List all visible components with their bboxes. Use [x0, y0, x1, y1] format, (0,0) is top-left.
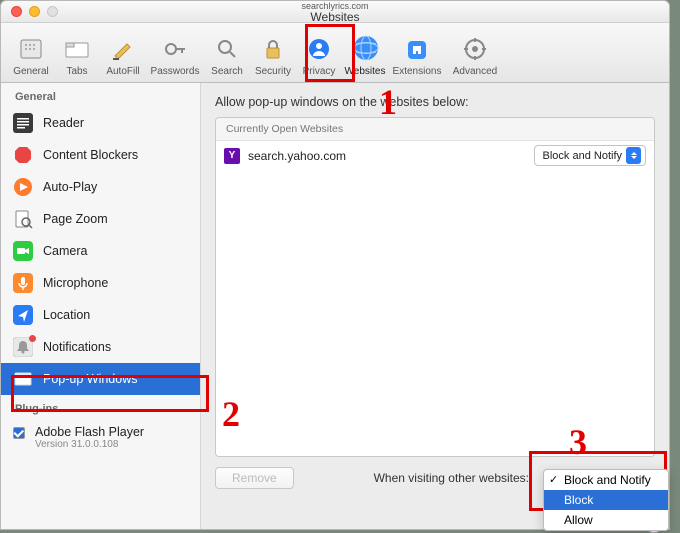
sidebar-item-label: Pop-up Windows	[43, 372, 138, 386]
dropdown-item-allow[interactable]: Allow	[544, 510, 668, 530]
tab-search[interactable]: Search	[205, 27, 249, 79]
sidebar-item-page-zoom[interactable]: Page Zoom	[1, 203, 200, 235]
passwords-icon	[161, 35, 189, 63]
sidebar-item-microphone[interactable]: Microphone	[1, 267, 200, 299]
sidebar-item-label: Reader	[43, 116, 84, 130]
location-icon	[13, 305, 33, 325]
security-icon	[259, 35, 287, 63]
search-icon	[213, 35, 241, 63]
content-blockers-icon	[13, 145, 33, 165]
annotation-num-3: 3	[569, 421, 587, 463]
privacy-icon	[305, 35, 333, 63]
sidebar-item-label: Auto-Play	[43, 180, 97, 194]
titlebar: searchlyrics.com Websites	[1, 1, 669, 23]
sidebar-item-label: Content Blockers	[43, 148, 138, 162]
preferences-window: searchlyrics.com Websites General Tabs A…	[0, 0, 670, 530]
autofill-icon	[109, 35, 137, 63]
policy-select[interactable]: Block and Notify	[534, 145, 646, 166]
sidebar-item-label: Location	[43, 308, 90, 322]
tabs-icon	[63, 35, 91, 63]
chevron-updown-icon	[626, 147, 641, 164]
sidebar-item-content-blockers[interactable]: Content Blockers	[1, 139, 200, 171]
websites-listbox: Currently Open Websites Y search.yahoo.c…	[215, 117, 655, 457]
title-window: Websites	[1, 11, 669, 23]
plugin-checkbox[interactable]	[13, 427, 25, 439]
sidebar-item-reader[interactable]: Reader	[1, 107, 200, 139]
sidebar-item-location[interactable]: Location	[1, 299, 200, 331]
dropdown-item-block[interactable]: Block	[544, 490, 668, 510]
sidebar-item-label: Notifications	[43, 340, 111, 354]
annotation-num-1: 1	[379, 81, 397, 123]
main-panel: Allow pop-up windows on the websites bel…	[201, 83, 669, 529]
sidebar-item-flash[interactable]: Adobe Flash Player Version 31.0.0.108	[1, 419, 200, 459]
other-websites-dropdown[interactable]: Block and Notify Block Allow	[543, 469, 669, 531]
annotation-num-2: 2	[222, 393, 240, 435]
sidebar-item-label: Page Zoom	[43, 212, 108, 226]
toolbar: General Tabs AutoFill Passwords Search S…	[1, 23, 669, 83]
remove-button[interactable]: Remove	[215, 467, 294, 489]
reader-icon	[13, 113, 33, 133]
sidebar-item-notifications[interactable]: Notifications	[1, 331, 200, 363]
general-icon	[17, 35, 45, 63]
dropdown-item-block-notify[interactable]: Block and Notify	[544, 470, 668, 490]
policy-value: Block and Notify	[543, 150, 622, 162]
main-heading: Allow pop-up windows on the websites bel…	[215, 95, 655, 109]
footer-label: When visiting other websites:	[374, 471, 529, 485]
plugin-version: Version 31.0.0.108	[35, 439, 144, 450]
website-url: search.yahoo.com	[248, 149, 346, 163]
sidebar-item-auto-play[interactable]: Auto-Play	[1, 171, 200, 203]
sidebar: General Reader Content Blockers Auto-Pla…	[1, 83, 201, 529]
tab-advanced[interactable]: Advanced	[447, 27, 503, 79]
camera-icon	[13, 241, 33, 261]
sidebar-head-plugins: Plug-ins	[1, 395, 200, 419]
sidebar-item-popup-windows[interactable]: Pop-up Windows	[1, 363, 200, 395]
advanced-icon	[461, 35, 489, 63]
tab-autofill[interactable]: AutoFill	[101, 27, 145, 79]
websites-icon	[351, 35, 379, 63]
popup-windows-icon	[13, 369, 33, 389]
tab-general[interactable]: General	[9, 27, 53, 79]
sidebar-item-camera[interactable]: Camera	[1, 235, 200, 267]
extensions-icon	[403, 35, 431, 63]
plugin-label: Adobe Flash Player	[35, 425, 144, 439]
tab-extensions[interactable]: Extensions	[389, 27, 445, 79]
microphone-icon	[13, 273, 33, 293]
auto-play-icon	[13, 177, 33, 197]
tab-tabs[interactable]: Tabs	[55, 27, 99, 79]
page-zoom-icon	[13, 209, 33, 229]
sidebar-item-label: Camera	[43, 244, 87, 258]
notification-badge-icon	[29, 335, 36, 342]
tab-passwords[interactable]: Passwords	[147, 27, 203, 79]
tab-privacy[interactable]: Privacy	[297, 27, 341, 79]
sidebar-item-label: Microphone	[43, 276, 108, 290]
tab-security[interactable]: Security	[251, 27, 295, 79]
favicon-icon: Y	[224, 148, 240, 164]
window-title: searchlyrics.com Websites	[1, 1, 669, 23]
tab-websites[interactable]: Websites	[343, 27, 387, 79]
list-section-head: Currently Open Websites	[216, 118, 654, 141]
sidebar-head-general: General	[1, 83, 200, 107]
website-row[interactable]: Y search.yahoo.com Block and Notify	[216, 141, 654, 170]
